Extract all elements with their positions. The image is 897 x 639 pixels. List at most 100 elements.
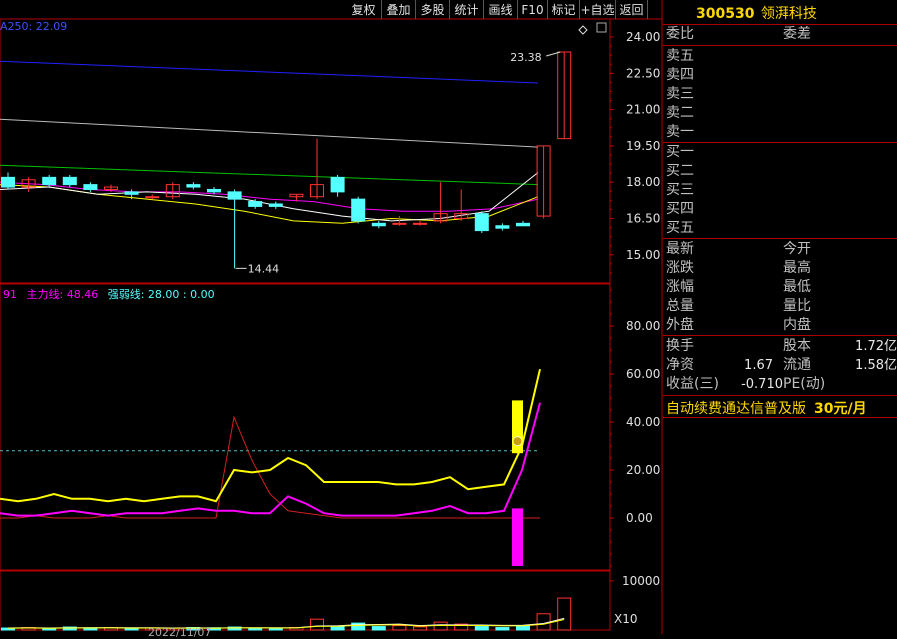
moving-average-line [0,164,539,186]
toolbar-button-5[interactable]: F10 [518,0,548,19]
price-tick-label: 21.00 [626,103,660,117]
osc-red-line [0,415,540,519]
sell-level-label: 卖四 [666,67,694,83]
ma250-indicator: A250: 22.09 [0,20,68,33]
buy-level-label: 买三 [666,182,694,198]
sell-level-label: 卖一 [666,124,694,140]
volume-bar [433,621,448,631]
panel-toggle-icon[interactable] [596,22,607,33]
high-annotation: 23.38 [510,51,542,64]
candle-body [330,176,345,193]
stat-row: 外盘 内盘 [663,316,897,335]
volume-bar [495,627,510,631]
stat-row: 涨跌 最高 [663,259,897,278]
osc-main-line [0,368,541,503]
sell-level-row: 卖三 [663,85,897,104]
moving-average-line [0,60,539,84]
buy-level-label: 买五 [666,220,694,236]
stat-label: 外盘 [666,317,694,333]
stat-row: 最新 今开 [663,240,897,259]
toolbar-button-4[interactable]: 画线 [484,0,518,19]
candle-body [268,203,283,207]
osc-prefix: 91 [3,288,17,301]
sell-level-row: 卖四 [663,66,897,85]
weicha-label: 委差 [783,26,811,42]
buy-level-row: 买四 [663,200,897,219]
candle-body [474,213,489,232]
buy-level-row: 买五 [663,219,897,238]
promo-banner[interactable]: 自动续费通达信普及版 30元/月 [666,398,867,418]
candle-body [1,176,15,188]
panel-border [0,570,611,631]
toolbar-button-6[interactable]: 标记 [548,0,580,19]
pe-label: PE(动) [783,376,826,392]
stat-row: 涨幅 最低 [663,278,897,297]
stat-label: 涨幅 [666,279,694,295]
stat-label: 今开 [783,241,811,257]
volume-bar [413,626,427,631]
volume-bar [310,618,324,631]
candle-body [413,222,427,225]
low-annotation: 14.44 [248,262,280,275]
strength-line-label: 强弱线: 28.00 : 0.00 [107,288,215,301]
price-tick-label: 15.00 [626,248,660,262]
volume-bar [474,626,489,631]
candle-body [207,188,221,193]
buy-level-label: 买一 [666,144,694,160]
volume-bar [392,625,407,631]
osc-tick-label: 80.00 [626,319,660,333]
share-capital-value: 1.72亿 [855,339,897,354]
candle-body [392,222,407,225]
candle-body [145,196,160,199]
stat-label: 最低 [783,279,811,295]
candle-body [248,201,263,207]
toolbar-button-8[interactable]: 返回 [616,0,648,19]
price-tick-label: 16.50 [626,212,660,226]
row-eps: 收益(三) -0.710 PE(动) [663,375,897,394]
buy-level-label: 买二 [666,163,694,179]
main-line-label: 主力线: 48.46 [26,288,99,301]
candle-body [351,198,366,222]
candle-body [42,176,57,186]
diamond-icon[interactable] [578,25,588,35]
volume-bar [351,622,366,631]
toolbar-button-2[interactable]: 多股 [416,0,450,19]
stat-label: 最新 [666,241,694,257]
osc-tick-label: 20.00 [626,463,660,477]
volume-bar [371,626,386,631]
quote-row-weibi: 委比 委差 [663,25,897,44]
stat-label: 最高 [783,260,811,276]
toolbar-button-3[interactable]: 统计 [450,0,484,19]
weibi-label: 委比 [666,26,694,42]
stat-row: 总量 量比 [663,297,897,316]
row-net-assets: 净资 1.67 流通 1.58亿 [663,356,897,375]
toolbar-button-1[interactable]: 叠加 [382,0,416,19]
toolbar-button-7[interactable]: +自选 [580,0,616,19]
net-assets-label: 净资 [666,357,694,373]
promo-text: 自动续费通达信普及版 [666,401,806,417]
turnover-label: 换手 [666,338,694,354]
stock-code: 300530 [696,6,755,22]
eps-value: -0.710 [741,377,783,392]
buy-level-row: 买三 [663,181,897,200]
price-tick-label: 18.00 [626,175,660,189]
osc-negative-bar [512,508,523,566]
stat-label: 总量 [666,298,694,314]
share-capital-label: 股本 [783,338,811,354]
toolbar-button-0[interactable]: 复权 [346,0,382,19]
sell-level-row: 卖二 [663,104,897,123]
coin-icon [512,436,523,447]
stock-title: 300530 领湃科技 [696,3,817,23]
osc-tick-label: 60.00 [626,367,660,381]
volume-bar [268,627,283,631]
candle-body [227,191,242,200]
volume-bar [557,597,572,631]
oscillator-indicator: 91 主力线: 48.46 强弱线: 28.00 : 0.00 [3,286,215,302]
row-turnover: 换手 股本 1.72亿 [663,337,897,356]
price-tick-label: 24.00 [626,30,660,44]
price-tick-label: 19.50 [626,139,660,153]
sell-level-label: 卖三 [666,86,694,102]
volume-multiplier: X10 [614,612,638,626]
price-tick-label: 22.50 [626,66,660,80]
buy-level-row: 买二 [663,162,897,181]
